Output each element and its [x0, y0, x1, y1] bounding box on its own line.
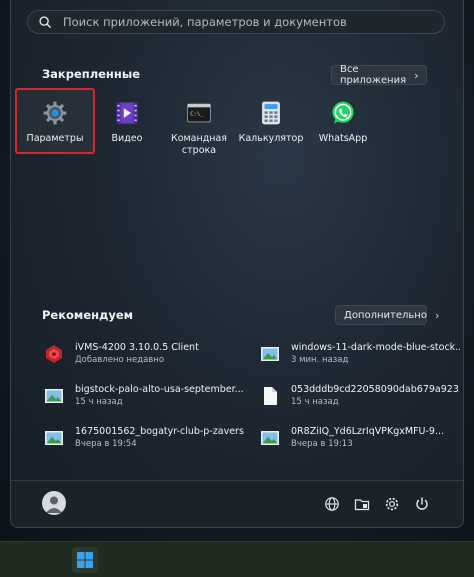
item-subtitle: 15 ч назад — [75, 397, 123, 407]
item-subtitle: 3 мин. назад — [291, 355, 349, 365]
app-label: Командная строка — [170, 133, 228, 156]
recommended-item[interactable]: 0R8ZiIQ_Yd6LzrIqVPKgxMFU-9... Вчера в 19… — [260, 426, 460, 450]
item-subtitle: Добавлено недавно — [75, 355, 165, 365]
search-bar[interactable] — [27, 10, 445, 34]
user-silhouette-icon — [46, 496, 62, 513]
power-icon[interactable] — [414, 496, 430, 512]
recommended-item[interactable]: 053dddb9cd22058090dab679a923... 15 ч наз… — [260, 384, 460, 408]
item-name: iVMS-4200 3.10.0.5 Client — [75, 342, 199, 353]
video-film-icon — [116, 102, 138, 124]
command-prompt-icon: C:\_ — [187, 103, 211, 123]
app-label: WhatsApp — [318, 133, 368, 144]
search-input[interactable] — [61, 14, 425, 30]
app-label: Видео — [111, 133, 143, 144]
svg-text:C:\_: C:\_ — [190, 111, 204, 117]
start-menu: Закрепленные Все приложения › Параметры — [10, 0, 464, 528]
recommended-item[interactable]: 1675001562_bogatyr-club-p-zavers... Вчер… — [44, 426, 244, 450]
item-subtitle: Вчера в 19:13 — [291, 439, 353, 449]
item-name: 0R8ZiIQ_Yd6LzrIqVPKgxMFU-9... — [291, 426, 445, 437]
file-explorer-icon[interactable] — [354, 496, 370, 512]
item-subtitle: Вчера в 19:54 — [75, 439, 137, 449]
image-file-icon — [45, 389, 63, 403]
user-avatar-icon[interactable] — [42, 491, 66, 515]
more-button[interactable]: Дополнительно › — [335, 305, 439, 325]
recommended-title: Рекомендуем — [42, 308, 134, 322]
pinned-app-calculator[interactable]: Калькулятор — [235, 100, 307, 145]
pinned-app-video[interactable]: Видео — [91, 100, 163, 145]
image-file-icon — [45, 431, 63, 445]
item-name: 1675001562_bogatyr-club-p-zavers... — [75, 426, 244, 437]
pinned-app-whatsapp[interactable]: WhatsApp — [307, 100, 379, 145]
search-icon — [39, 16, 51, 28]
app-label: Калькулятор — [238, 133, 304, 144]
pinned-app-settings[interactable]: Параметры — [19, 100, 91, 145]
item-name: windows-11-dark-mode-blue-stock... — [291, 342, 460, 353]
recommended-item[interactable]: windows-11-dark-mode-blue-stock... 3 мин… — [260, 342, 460, 366]
recommended-item[interactable]: bigstock-palo-alto-usa-september... 15 ч… — [44, 384, 244, 408]
settings-gear-icon — [43, 101, 67, 125]
whatsapp-icon — [332, 101, 354, 124]
ivms-icon — [46, 345, 62, 363]
calculator-icon — [262, 101, 280, 125]
item-name: 053dddb9cd22058090dab679a923... — [291, 384, 460, 395]
recommended-item[interactable]: iVMS-4200 3.10.0.5 Client Добавлено неда… — [44, 342, 244, 366]
settings-icon[interactable] — [384, 496, 400, 512]
app-label: Параметры — [26, 133, 84, 144]
windows-logo-icon — [77, 552, 93, 568]
chevron-right-icon: › — [434, 308, 440, 322]
all-apps-label: Все приложения — [340, 64, 407, 86]
item-name: bigstock-palo-alto-usa-september... — [75, 384, 244, 395]
start-menu-footer — [11, 480, 463, 527]
document-file-icon — [264, 387, 277, 405]
image-file-icon — [261, 347, 279, 361]
taskbar — [0, 541, 474, 577]
network-globe-icon[interactable] — [324, 496, 340, 512]
more-label: Дополнительно — [344, 309, 427, 321]
all-apps-button[interactable]: Все приложения › — [331, 64, 427, 86]
image-file-icon — [261, 431, 279, 445]
pinned-app-command-prompt[interactable]: C:\_ Командная строка — [163, 100, 235, 157]
chevron-right-icon: › — [414, 68, 419, 82]
start-button[interactable] — [72, 547, 98, 573]
item-subtitle: 15 ч назад — [291, 397, 339, 407]
pinned-title: Закрепленные — [42, 67, 141, 81]
